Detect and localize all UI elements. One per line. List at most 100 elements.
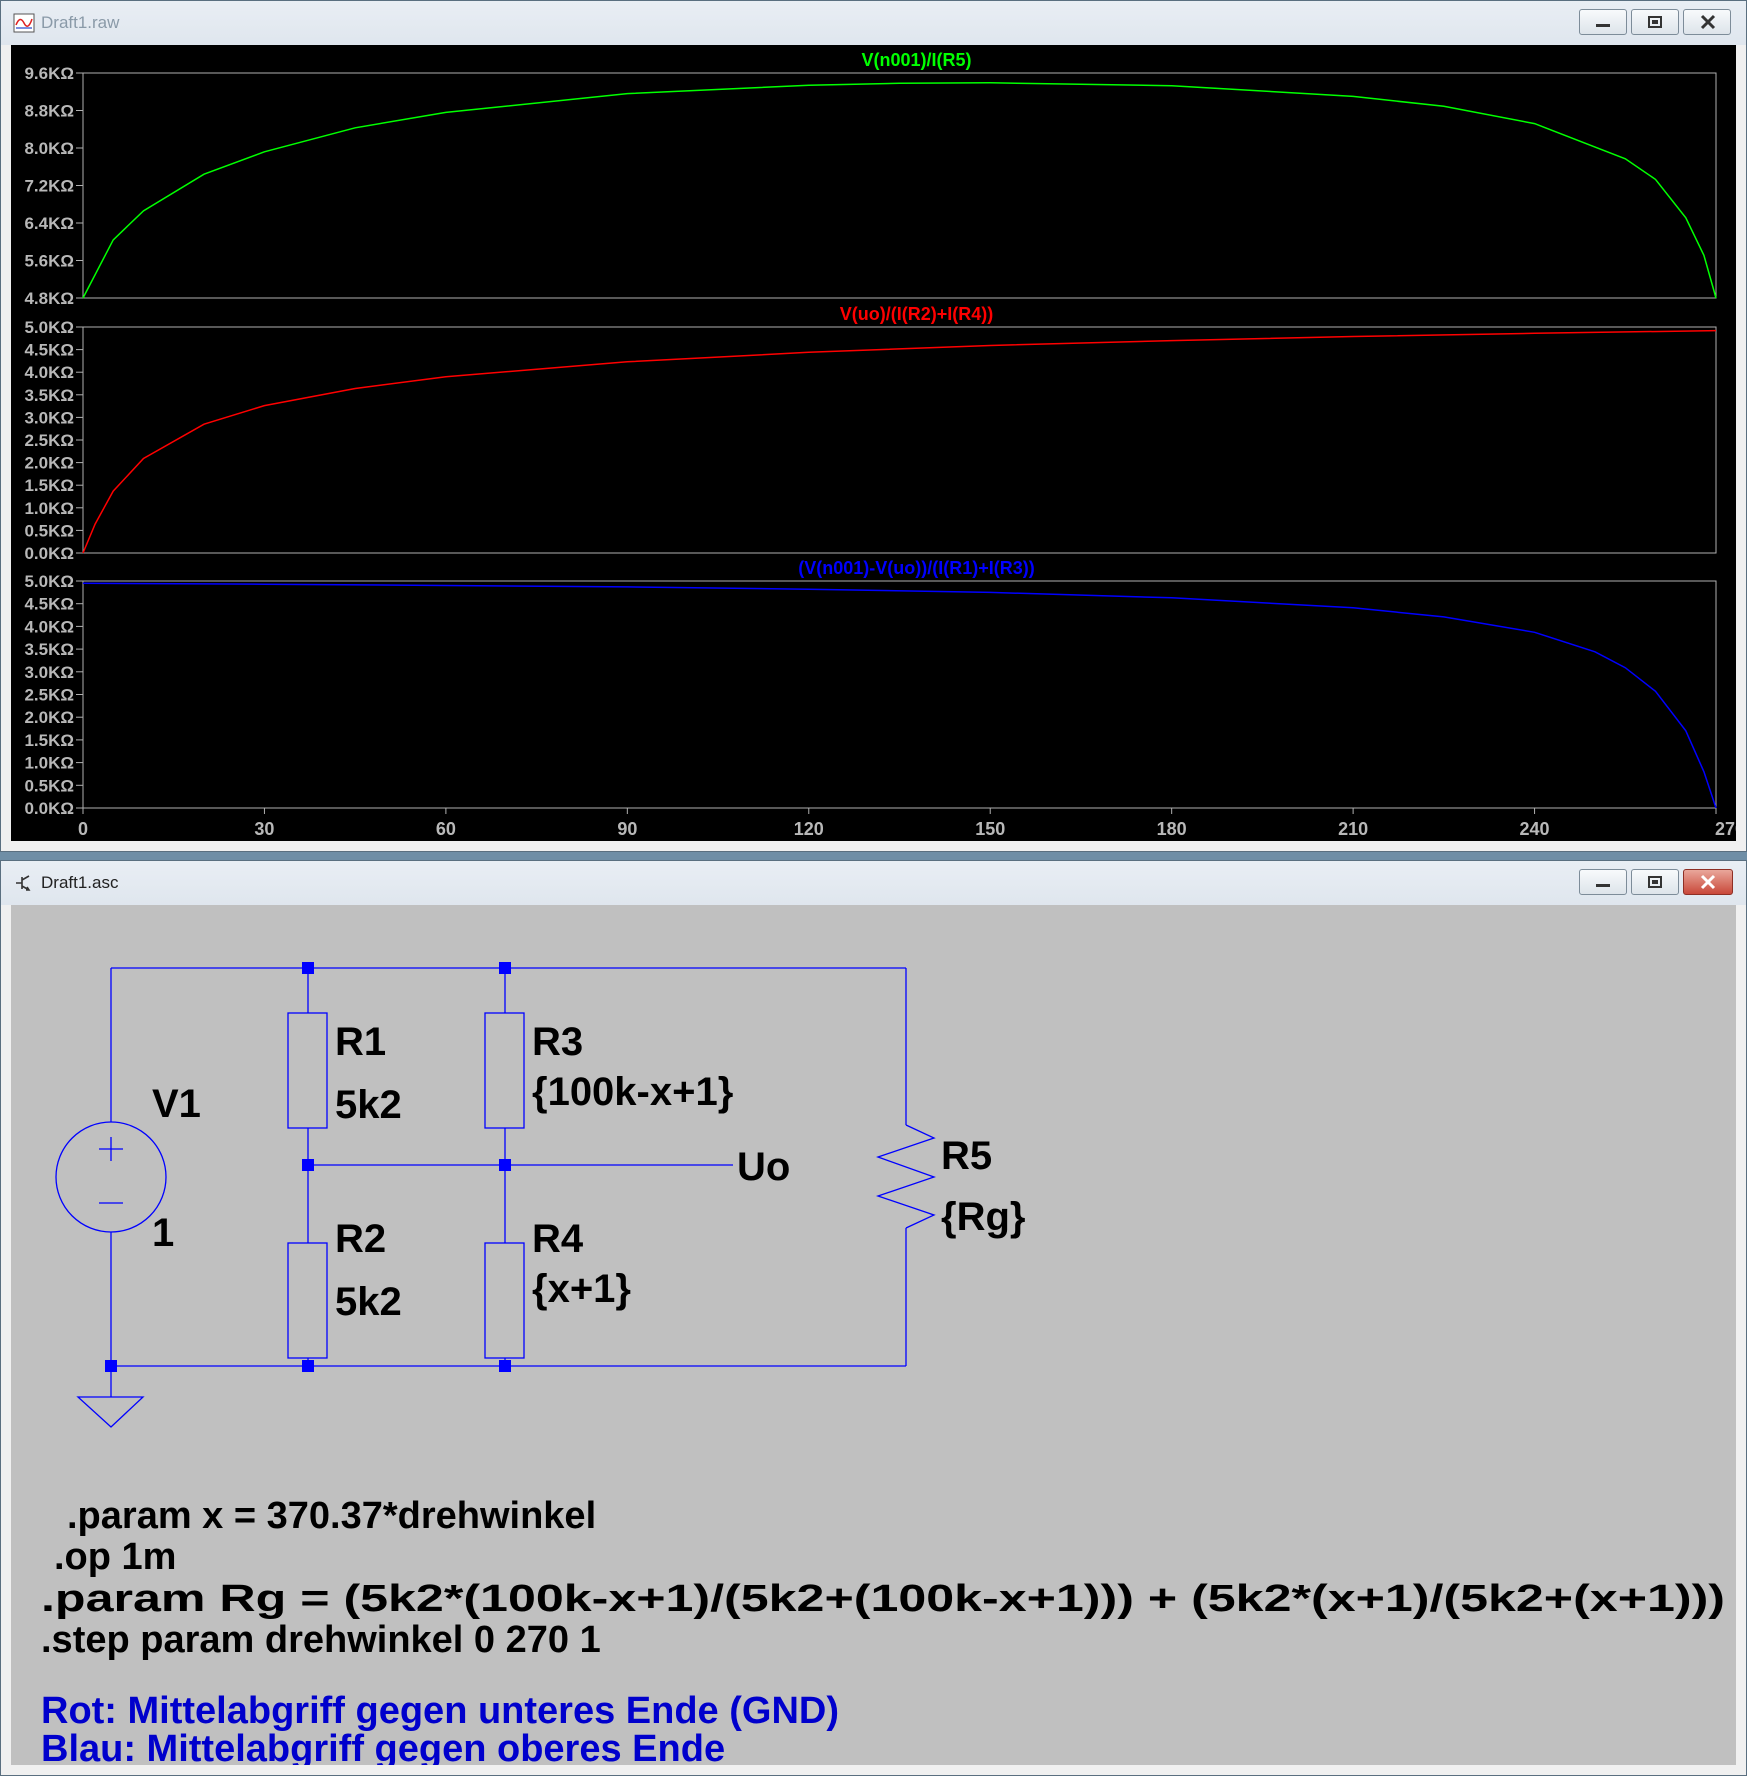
x-tick-label: 60: [436, 819, 456, 839]
schematic-window-title: Draft1.asc: [41, 873, 119, 892]
x-tick-label: 150: [975, 819, 1005, 839]
y-tick-label: 0.5KΩ: [24, 776, 74, 795]
trace-title: V(n001)/I(R5): [861, 50, 971, 70]
y-tick-label: 2.0KΩ: [24, 454, 74, 473]
plot-pane-frame: [82, 326, 1717, 554]
resistor-r5[interactable]: [875, 1124, 936, 1229]
voltage-source-v1[interactable]: [55, 1121, 167, 1233]
y-tick-label: 4.0KΩ: [24, 363, 74, 382]
junction-dots: [105, 962, 511, 1372]
ground-symbol[interactable]: [76, 1396, 145, 1428]
minimize-icon: [1596, 24, 1610, 27]
trace-line: [82, 82, 1717, 299]
junction-dot: [302, 962, 314, 974]
schematic-drawing[interactable]: V1 1 R1 5k2 R3 {100k-x+1} R2 5k2 R4 {x+1…: [11, 905, 1736, 1765]
plot-window-titlebar[interactable]: Draft1.raw: [1, 1, 1746, 45]
y-tick-label: 4.8KΩ: [24, 289, 74, 308]
x-tick-label: 30: [254, 819, 274, 839]
waveform-icon: [13, 13, 35, 33]
junction-dot: [499, 1360, 511, 1372]
junction-dot: [302, 1360, 314, 1372]
restore-icon: [1648, 16, 1662, 28]
r5-value: {Rg}: [941, 1195, 1025, 1239]
minimize-icon: [1596, 884, 1610, 887]
x-tick-label: 0: [78, 819, 88, 839]
junction-dot: [302, 1159, 314, 1171]
r5-name: R5: [941, 1134, 992, 1178]
resistor-r4[interactable]: [484, 1242, 525, 1359]
net-label-uo: Uo: [737, 1145, 790, 1189]
trace-line: [82, 329, 1717, 554]
y-tick-label: 7.2KΩ: [24, 177, 74, 196]
comment-blau[interactable]: Blau: Mittelabgriff gegen oberes Ende: [41, 1728, 725, 1765]
y-tick-label: 2.0KΩ: [24, 708, 74, 727]
junction-dot: [499, 1159, 511, 1171]
r3-value: {100k-x+1}: [532, 1070, 733, 1114]
plot-pane-frame: [82, 72, 1717, 299]
schematic-canvas[interactable]: V1 1 R1 5k2 R3 {100k-x+1} R2 5k2 R4 {x+1…: [11, 905, 1736, 1765]
waveform-plots[interactable]: V(n001)/I(R5) 9.6KΩ 8.8KΩ 8.0KΩ 7.2KΩ 6.4KΩ 5.…: [11, 45, 1736, 841]
y-tick-label: 8.0KΩ: [24, 139, 74, 158]
y-tick-label: 3.5KΩ: [24, 386, 74, 405]
junction-dot: [499, 962, 511, 974]
minimize-button[interactable]: [1579, 869, 1627, 895]
x-tick-label: 180: [1157, 819, 1187, 839]
trace-title: (V(n001)-V(uo))/(I(R1)+I(R3)): [798, 558, 1035, 578]
y-tick-label: 1.5KΩ: [24, 731, 74, 750]
y-tick-label: 3.5KΩ: [24, 640, 74, 659]
y-tick-label: 5.6KΩ: [24, 252, 74, 271]
directive-op[interactable]: .op 1m: [54, 1536, 176, 1578]
plot-pane-frame: [82, 580, 1717, 809]
minimize-button[interactable]: [1579, 9, 1627, 35]
directive-step[interactable]: .step param drehwinkel 0 270 1: [41, 1619, 601, 1661]
x-tick-label: 210: [1338, 819, 1368, 839]
y-tick-label: 4.0KΩ: [24, 617, 74, 636]
y-tick-label: 0.5KΩ: [24, 521, 74, 540]
plot-area[interactable]: V(n001)/I(R5) 9.6KΩ 8.8KΩ 8.0KΩ 7.2KΩ 6.4KΩ 5.…: [11, 45, 1736, 841]
y-tick-label: 3.0KΩ: [24, 408, 74, 427]
plot-window: Draft1.raw V(n001)/I(R5) 9.6KΩ 8.8KΩ 8.0KΩ 7…: [0, 0, 1747, 852]
y-tick-label: 2.5KΩ: [24, 686, 74, 705]
schematic-window: Draft1.asc V1 1 R1 5k2 R3 {100k-x+1} R2 …: [0, 860, 1747, 1776]
close-icon: [1700, 874, 1716, 890]
y-tick-label: 8.8KΩ: [24, 102, 74, 121]
y-tick-label: 1.0KΩ: [24, 754, 74, 773]
maximize-button[interactable]: [1631, 9, 1679, 35]
x-tick-label: 120: [794, 819, 824, 839]
restore-icon: [1648, 876, 1662, 888]
plot-window-title: Draft1.raw: [41, 13, 120, 32]
schematic-window-titlebar[interactable]: Draft1.asc: [1, 861, 1746, 905]
junction-dot: [105, 1360, 117, 1372]
r2-value: 5k2: [335, 1280, 402, 1324]
x-tick-label: 240: [1520, 819, 1550, 839]
r1-name: R1: [335, 1020, 386, 1064]
y-tick-label: 5.0KΩ: [24, 572, 74, 591]
x-tick-label: 90: [617, 819, 637, 839]
y-tick-label: 1.5KΩ: [24, 476, 74, 495]
y-tick-label: 5.0KΩ: [24, 318, 74, 337]
close-button[interactable]: [1683, 9, 1731, 35]
r2-name: R2: [335, 1217, 386, 1261]
directive-param-rg[interactable]: .param Rg = (5k2*(100k-x+1)/(5k2+(100k-x…: [41, 1578, 1725, 1620]
y-tick-label: 0.0KΩ: [24, 799, 74, 818]
maximize-button[interactable]: [1631, 869, 1679, 895]
r4-name: R4: [532, 1217, 584, 1261]
y-tick-label: 3.0KΩ: [24, 663, 74, 682]
r4-value: {x+1}: [532, 1267, 631, 1311]
trace-title: V(uo)/(I(R2)+I(R4)): [840, 304, 993, 324]
directive-param-x[interactable]: .param x = 370.37*drehwinkel: [67, 1495, 596, 1537]
y-tick-label: 4.5KΩ: [24, 341, 74, 360]
resistor-r1[interactable]: [287, 1012, 328, 1129]
y-tick-label: 0.0KΩ: [24, 544, 74, 563]
close-button[interactable]: [1683, 869, 1733, 895]
comment-rot[interactable]: Rot: Mittelabgriff gegen unteres Ende (G…: [41, 1690, 839, 1732]
y-tick-label: 2.5KΩ: [24, 431, 74, 450]
resistor-r3[interactable]: [484, 1012, 525, 1129]
close-icon: [1700, 14, 1716, 30]
r1-value: 5k2: [335, 1083, 402, 1127]
x-tick-label: 270: [1715, 819, 1736, 839]
y-tick-label: 1.0KΩ: [24, 499, 74, 518]
v1-name: V1: [152, 1082, 201, 1126]
schematic-icon: [16, 875, 31, 891]
resistor-r2[interactable]: [287, 1242, 328, 1359]
